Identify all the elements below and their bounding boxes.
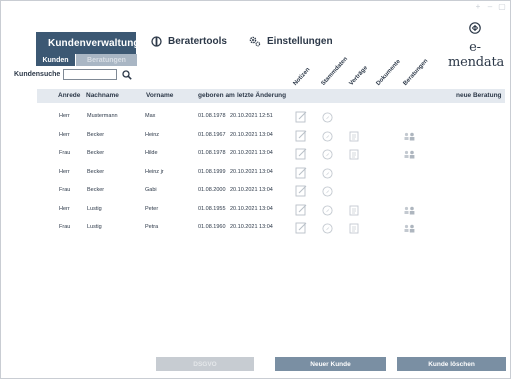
logo: e-mendata [448, 21, 505, 70]
users-icon[interactable] [403, 221, 416, 239]
cell-letzte-aenderung: 20.10.2021 13:04 [230, 205, 273, 212]
cell-anrede: Herr [59, 113, 70, 119]
close-icon[interactable]: ▢ [498, 3, 506, 11]
nav-einstellungen[interactable]: Einstellungen [249, 36, 333, 47]
table-row[interactable]: Frau Becker Gabi 01.08.2000 20.10.2021 13:04 [37, 181, 505, 199]
column-header-anrede[interactable]: Anrede [58, 92, 80, 99]
cell-vorname: Heinz [145, 131, 160, 138]
cell-geboren: 01.08.1978 [198, 150, 226, 156]
cell-anrede: Frau [59, 187, 71, 193]
cell-geboren: 01.08.1960 [198, 224, 226, 230]
cell-letzte-aenderung: 20.10.2021 13:04 [230, 150, 273, 156]
cell-geboren: 01.08.2000 [198, 187, 226, 193]
beratertools-icon [151, 36, 162, 47]
nav-kundenverwaltung-label: Kundenverwaltung [48, 37, 140, 49]
cell-letzte-aenderung: 20.10.2021 13:04 [230, 187, 273, 193]
gear-icon [249, 36, 261, 47]
column-header-letzte-aenderung[interactable]: letzte Änderung [237, 92, 286, 99]
app-window: + – ▢ Kundenverwaltung Beratertools Eins… [0, 0, 511, 379]
search-icon[interactable] [122, 69, 133, 80]
cell-nachname: Lustig [87, 224, 102, 230]
cell-nachname: Lustig [87, 205, 102, 212]
cell-vorname: Petra [145, 224, 159, 230]
cell-letzte-aenderung: 20.10.2021 13:04 [230, 131, 273, 138]
table-row[interactable]: Herr Becker Heinz 01.08.1967 20.10.2021 13:0… [37, 126, 505, 144]
new-customer-button[interactable]: Neuer Kunde [275, 357, 386, 371]
nav-einstellungen-label: Einstellungen [267, 36, 333, 47]
cell-nachname: Becker [87, 131, 105, 138]
table-header: Anrede Nachname Vorname geboren am letzt… [37, 89, 505, 103]
window-controls: + – ▢ [474, 3, 506, 11]
edit-note-icon[interactable] [295, 221, 307, 239]
search-label: Kundensuche [14, 71, 61, 78]
cell-vorname: Max [145, 113, 156, 119]
column-header-neue-beratung[interactable]: neue Beratung [456, 92, 502, 99]
cell-vorname: Gabi [145, 187, 157, 193]
table-row[interactable]: Frau Becker Hilde 01.08.1978 20.10.2021 13:0… [37, 144, 505, 162]
logo-text: e-mendata [448, 40, 505, 70]
compass-icon[interactable] [322, 221, 333, 239]
cell-vorname: Peter [145, 205, 159, 212]
minimize-icon[interactable]: – [486, 3, 494, 11]
column-header-nachname[interactable]: Nachname [86, 92, 119, 99]
table-row[interactable]: Herr Mustermann Max 01.08.1978 20.10.2021 12… [37, 107, 505, 125]
subtab-beratungen[interactable]: Beratungen [76, 54, 137, 66]
dsgvo-button[interactable]: DSGVO [156, 357, 254, 371]
delete-customer-button[interactable]: Kunde löschen [397, 357, 506, 371]
cell-nachname: Becker [87, 168, 105, 175]
table-row[interactable]: Frau Lustig Petra 01.08.1960 20.10.2021 13:0… [37, 218, 505, 236]
cell-anrede: Frau [59, 224, 71, 230]
cell-vorname: Heinz jr [145, 168, 164, 175]
cell-nachname: Becker [87, 150, 105, 156]
cell-anrede: Frau [59, 150, 71, 156]
table-row[interactable]: Herr Lustig Peter 01.08.1955 20.10.2021 13:0… [37, 200, 505, 218]
document-icon[interactable] [349, 221, 359, 239]
cell-letzte-aenderung: 20.10.2021 12:51 [230, 113, 273, 119]
logo-mark-icon [469, 22, 481, 34]
nav-kundenverwaltung[interactable]: Kundenverwaltung [36, 32, 140, 54]
cell-vorname: Hilde [145, 150, 158, 156]
nav-beratertools[interactable]: Beratertools [151, 36, 227, 47]
cell-nachname: Becker [87, 187, 105, 193]
column-header-geboren[interactable]: geboren am [198, 92, 235, 99]
customer-search: Kundensuche [14, 69, 133, 80]
cell-anrede: Herr [59, 205, 70, 212]
search-input[interactable] [63, 69, 118, 80]
cell-geboren: 01.08.1999 [198, 168, 226, 175]
subtab-kunden[interactable]: Kunden [36, 54, 75, 66]
cell-letzte-aenderung: 20.10.2021 13:04 [230, 168, 273, 175]
cell-nachname: Mustermann [87, 113, 118, 119]
column-header-vorname[interactable]: Vorname [146, 92, 173, 99]
nav-beratertools-label: Beratertools [168, 36, 227, 47]
cell-geboren: 01.08.1967 [198, 131, 226, 138]
table-row[interactable]: Herr Becker Heinz jr 01.08.1999 20.10.2021 1… [37, 163, 505, 181]
cell-anrede: Herr [59, 131, 70, 138]
maximize-icon[interactable]: + [474, 3, 482, 11]
cell-geboren: 01.08.1978 [198, 113, 226, 119]
cell-anrede: Herr [59, 168, 70, 175]
cell-geboren: 01.08.1955 [198, 205, 226, 212]
subtabs: Kunden Beratungen [36, 54, 137, 66]
cell-letzte-aenderung: 20.10.2021 13:04 [230, 224, 273, 230]
